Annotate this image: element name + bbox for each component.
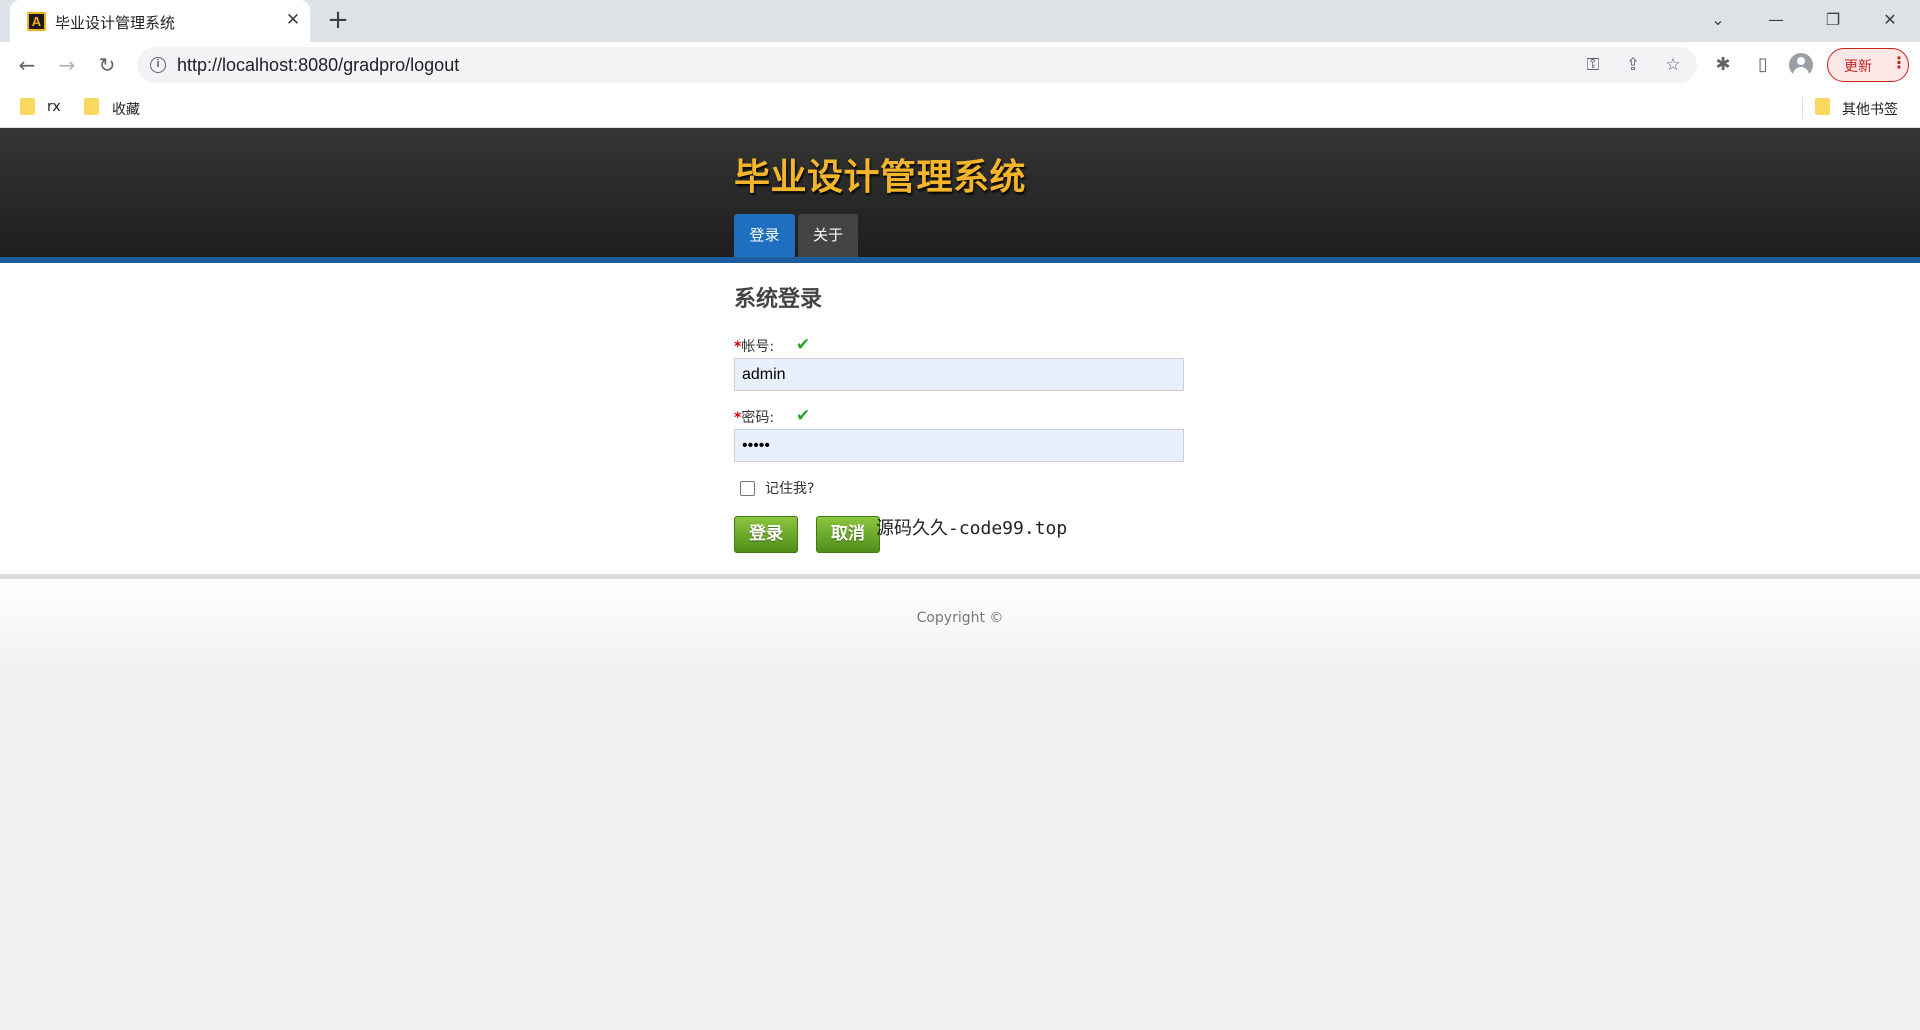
new-tab-button[interactable]: +	[325, 7, 351, 34]
url-text[interactable]: http://localhost:8080/gradpro/logout	[177, 55, 459, 76]
checkmark-icon: ✔	[796, 406, 811, 426]
tab-close-icon[interactable]: ✕	[282, 9, 304, 31]
checkmark-icon: ✔	[796, 335, 811, 355]
form-title: 系统登录	[734, 287, 823, 312]
other-bookmarks[interactable]: 其他书签	[1842, 99, 1898, 119]
remember-me-checkbox[interactable]	[740, 481, 755, 496]
key-icon[interactable]: ⚿	[1581, 53, 1605, 77]
folder-icon	[84, 98, 99, 115]
browser-tabstrip: A 毕业设计管理系统 ✕ + ⌄ — ❐ ✕	[0, 0, 1920, 42]
nav-tab-login[interactable]: 登录	[734, 214, 795, 257]
minimize-icon[interactable]: —	[1760, 6, 1792, 34]
site-favicon-icon: A	[27, 12, 46, 31]
update-button[interactable]: 更新 ⋮	[1827, 48, 1909, 82]
tab-title: 毕业设计管理系统	[55, 14, 176, 32]
copyright-text: Copyright ©	[916, 610, 1004, 626]
bookmark-star-icon[interactable]: ☆	[1661, 53, 1685, 77]
restore-icon[interactable]: ❐	[1817, 6, 1849, 34]
folder-icon	[1815, 98, 1830, 115]
folder-icon	[20, 98, 35, 115]
menu-kebab-icon: ⋮	[1891, 53, 1907, 72]
address-bar[interactable]: i http://localhost:8080/gradpro/logout ⚿…	[137, 47, 1697, 83]
watermark-text: 源码久久-code99.top	[876, 518, 1068, 539]
cancel-button[interactable]: 取消	[816, 516, 880, 553]
tab-search-chevron-icon[interactable]: ⌄	[1702, 6, 1734, 34]
profile-avatar-icon[interactable]	[1789, 53, 1813, 77]
side-panel-icon[interactable]: ▯	[1748, 50, 1778, 80]
browser-tab[interactable]: A 毕业设计管理系统 ✕	[10, 0, 310, 42]
account-input[interactable]: admin	[734, 358, 1184, 391]
bookmarks-bar: rx 收藏 其他书签	[0, 88, 1920, 128]
password-label: *密码:	[734, 407, 774, 427]
back-arrow-icon[interactable]: ←	[12, 50, 42, 80]
login-button[interactable]: 登录	[734, 516, 798, 553]
share-icon[interactable]: ⇪	[1621, 53, 1645, 77]
extensions-puzzle-icon[interactable]: ✱	[1708, 50, 1738, 80]
site-info-icon[interactable]: i	[150, 57, 166, 73]
close-window-icon[interactable]: ✕	[1874, 6, 1906, 34]
site-title: 毕业设计管理系统	[734, 157, 1027, 198]
bookmarks-divider	[1802, 97, 1803, 119]
password-label-text: 密码:	[741, 410, 775, 426]
account-label-text: 帐号:	[741, 339, 775, 355]
forward-arrow-icon[interactable]: →	[52, 50, 82, 80]
bookmark-favorites[interactable]: 收藏	[112, 99, 140, 119]
remember-me-label[interactable]: 记住我?	[765, 478, 814, 498]
reload-icon[interactable]: ↻	[92, 50, 122, 80]
browser-toolbar: ← → ↻ i http://localhost:8080/gradpro/lo…	[0, 42, 1920, 88]
bookmark-rx[interactable]: rx	[47, 99, 61, 115]
nav-tab-about[interactable]: 关于	[798, 214, 858, 257]
password-input[interactable]: •••••	[734, 429, 1184, 462]
account-label: *帐号:	[734, 336, 774, 356]
update-label: 更新	[1844, 59, 1872, 75]
